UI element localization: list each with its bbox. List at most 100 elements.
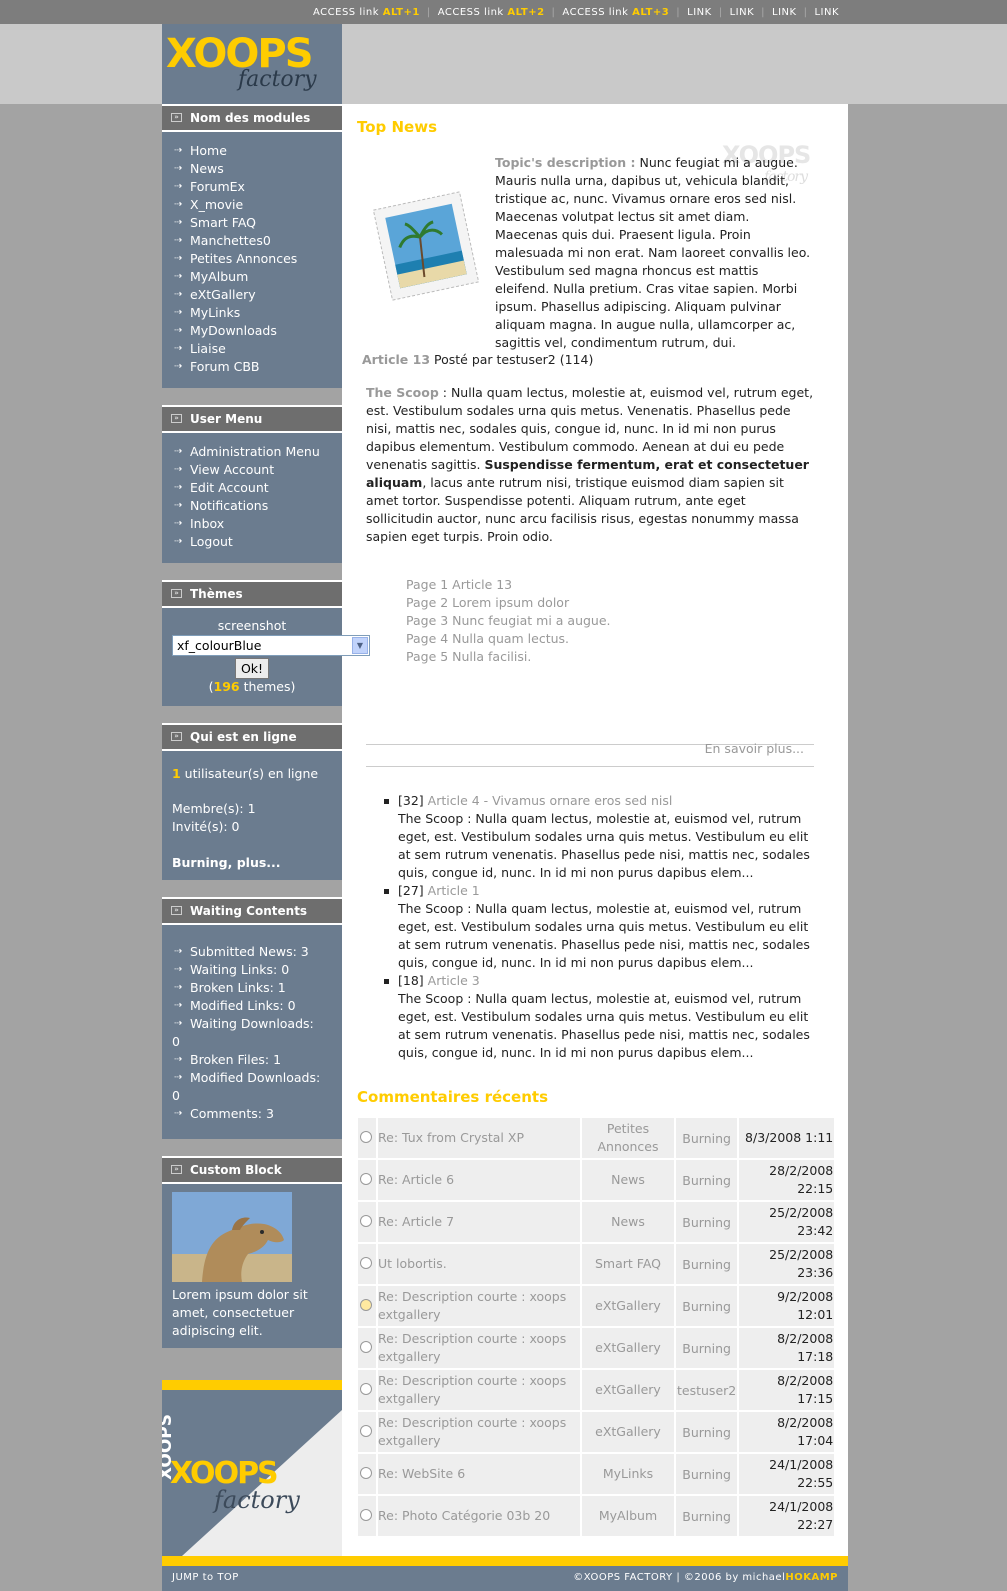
page-link-2[interactable]: Page 2 Lorem ipsum dolor — [406, 594, 611, 612]
news-link[interactable]: Article 4 - Vivamus ornare eros sed nisl — [428, 793, 673, 808]
page-link-1[interactable]: Page 1 Article 13 — [406, 576, 611, 594]
scoop-label: The Scoop — [366, 385, 439, 400]
arrow-icon: ⇢ — [174, 1108, 183, 1119]
posted-by: Posté par testuser2 (114) — [430, 352, 594, 367]
comment-subject-link[interactable]: Re: Description courte : xoops extgaller… — [378, 1331, 566, 1364]
table-cell: News — [582, 1202, 674, 1242]
page-link-5[interactable]: Page 5 Nulla facilisi. — [406, 648, 611, 666]
menu-item-x-movie[interactable]: ⇢ X_movie — [162, 196, 342, 214]
circle-icon — [360, 1340, 372, 1353]
menu-item-myalbum[interactable]: ⇢ MyAlbum — [162, 268, 342, 286]
arrow-icon: ⇢ — [174, 217, 183, 228]
comment-user-link[interactable]: Burning — [682, 1215, 731, 1230]
top-link-1[interactable]: LINK — [687, 7, 712, 18]
site-logo[interactable]: XOOPS factory — [162, 24, 342, 104]
comment-module-link[interactable]: eXtGallery — [595, 1424, 661, 1439]
footer-logo: XOOPS XOOPS factory — [162, 1380, 342, 1556]
menu-item-manchettes[interactable]: ⇢ Manchettes0 — [162, 232, 342, 250]
menu-item-notifications[interactable]: ⇢ Notifications — [162, 497, 342, 515]
access-link-1[interactable]: ACCESS link ALT+1 — [313, 7, 420, 18]
online-more-link[interactable]: plus... — [237, 855, 281, 870]
news-link[interactable]: Article 1 — [428, 883, 480, 898]
news-link[interactable]: Article 3 — [428, 973, 480, 988]
menu-item-administration[interactable]: ⇢ Administration Menu — [162, 443, 342, 461]
menu-item-logout[interactable]: ⇢ Logout — [162, 533, 342, 551]
comment-user-link[interactable]: Burning — [682, 1257, 731, 1272]
read-more-link[interactable]: En savoir plus... — [705, 741, 804, 756]
comment-user-link[interactable]: Burning — [682, 1425, 731, 1440]
menu-item-inbox[interactable]: ⇢ Inbox — [162, 515, 342, 533]
page-link-4[interactable]: Page 4 Nulla quam lectus. — [406, 630, 611, 648]
menu-item-forum-cbb[interactable]: ⇢ Forum CBB — [162, 358, 342, 376]
waiting-item[interactable]: ⇢ Waiting Downloads: — [162, 1015, 342, 1033]
top-link-2[interactable]: LINK — [730, 7, 755, 18]
menu-item-news[interactable]: ⇢ News — [162, 160, 342, 178]
ok-button[interactable]: Ok! — [234, 658, 270, 679]
other-news-list: [32] Article 4 - Vivamus ornare eros sed… — [380, 792, 812, 1062]
comment-module-link[interactable]: Petites Annonces — [597, 1121, 658, 1154]
comment-subject-link[interactable]: Re: Description courte : xoops extgaller… — [378, 1289, 566, 1322]
menu-item-liaise[interactable]: ⇢ Liaise — [162, 340, 342, 358]
access-link-3[interactable]: ACCESS link ALT+3 — [562, 7, 669, 18]
comment-module-link[interactable]: eXtGallery — [595, 1340, 661, 1355]
chevron-down-icon[interactable]: ▼ — [352, 637, 368, 654]
comment-module-link[interactable]: News — [611, 1172, 645, 1187]
comment-date: 8/2/2008 17:18 — [777, 1331, 834, 1364]
comment-subject-link[interactable]: Re: WebSite 6 — [378, 1466, 465, 1481]
waiting-item[interactable]: ⇢ Broken Files: 1 — [162, 1051, 342, 1069]
menu-item-mydownloads[interactable]: ⇢ MyDownloads — [162, 322, 342, 340]
news-count: [32] — [398, 793, 424, 808]
menu-item-smart-faq[interactable]: ⇢ Smart FAQ — [162, 214, 342, 232]
jump-to-top-link[interactable]: JUMP to TOP — [172, 1566, 239, 1590]
comment-user-link[interactable]: Burning — [682, 1341, 731, 1356]
access-link-2[interactable]: ACCESS link ALT+2 — [438, 7, 545, 18]
comment-user-link[interactable]: Burning — [682, 1131, 731, 1146]
topic-image[interactable] — [370, 186, 482, 306]
modules-block: » Nom des modules ⇢ Home ⇢ News ⇢ ForumEx ⇢… — [162, 104, 342, 388]
comment-module-link[interactable]: eXtGallery — [595, 1382, 661, 1397]
comment-user-link[interactable]: testuser2 — [677, 1383, 736, 1398]
waiting-item[interactable]: ⇢ Broken Links: 1 — [162, 979, 342, 997]
page-link-3[interactable]: Page 3 Nunc feugiat mi a augue. — [406, 612, 611, 630]
arrow-icon: ⇢ — [174, 1072, 183, 1083]
comment-module-link[interactable]: Smart FAQ — [595, 1256, 661, 1271]
comment-subject-link[interactable]: Re: Description courte : xoops extgaller… — [378, 1415, 566, 1448]
waiting-item[interactable]: ⇢ Modified Downloads: — [162, 1069, 342, 1087]
comment-subject-link[interactable]: Re: Article 7 — [378, 1214, 454, 1229]
comment-module-link[interactable]: eXtGallery — [595, 1298, 661, 1313]
waiting-item[interactable]: ⇢ Submitted News: 3 — [162, 943, 342, 961]
comment-module-link[interactable]: News — [611, 1214, 645, 1229]
arrow-icon: ⇢ — [174, 500, 183, 511]
waiting-item[interactable]: ⇢ Modified Links: 0 — [162, 997, 342, 1015]
top-link-3[interactable]: LINK — [772, 7, 797, 18]
comment-user-link[interactable]: Burning — [682, 1173, 731, 1188]
comment-subject-link[interactable]: Re: Article 6 — [378, 1172, 454, 1187]
top-link-4[interactable]: LINK — [814, 7, 839, 18]
table-cell: Petites Annonces — [582, 1118, 674, 1158]
waiting-item[interactable]: ⇢ Waiting Links: 0 — [162, 961, 342, 979]
block-header: » Waiting Contents — [162, 897, 342, 925]
comment-user-link[interactable]: Burning — [682, 1299, 731, 1314]
menu-item-petites-annonces[interactable]: ⇢ Petites Annonces — [162, 250, 342, 268]
comment-user-link[interactable]: Burning — [682, 1509, 731, 1524]
comment-subject-link[interactable]: Re: Tux from Crystal XP — [378, 1130, 524, 1145]
user-menu-list: ⇢ Administration Menu ⇢ View Account ⇢ Edit… — [162, 433, 342, 563]
menu-item-forumex[interactable]: ⇢ ForumEx — [162, 178, 342, 196]
comment-subject-link[interactable]: Re: Description courte : xoops extgaller… — [378, 1373, 566, 1406]
theme-select[interactable]: xf_colourBlue ▼ — [172, 635, 370, 656]
menu-item-edit-account[interactable]: ⇢ Edit Account — [162, 479, 342, 497]
table-row: Re: Description courte : xoops extgaller… — [358, 1286, 835, 1326]
comment-module-link[interactable]: MyLinks — [603, 1466, 653, 1481]
comment-date: 8/3/2008 1:11 — [745, 1130, 834, 1145]
menu-item-view-account[interactable]: ⇢ View Account — [162, 461, 342, 479]
waiting-item[interactable]: ⇢ Comments: 3 — [162, 1105, 342, 1123]
comment-user-link[interactable]: Burning — [682, 1467, 731, 1482]
table-cell: Burning — [676, 1202, 738, 1242]
online-user-link[interactable]: Burning — [172, 855, 228, 870]
comment-subject-link[interactable]: Re: Photo Catégorie 03b 20 — [378, 1508, 550, 1523]
menu-item-home[interactable]: ⇢ Home — [162, 142, 342, 160]
menu-item-mylinks[interactable]: ⇢ MyLinks — [162, 304, 342, 322]
comment-subject-link[interactable]: Ut lobortis. — [378, 1256, 447, 1271]
comment-module-link[interactable]: MyAlbum — [599, 1508, 657, 1523]
menu-item-extgallery[interactable]: ⇢ eXtGallery — [162, 286, 342, 304]
